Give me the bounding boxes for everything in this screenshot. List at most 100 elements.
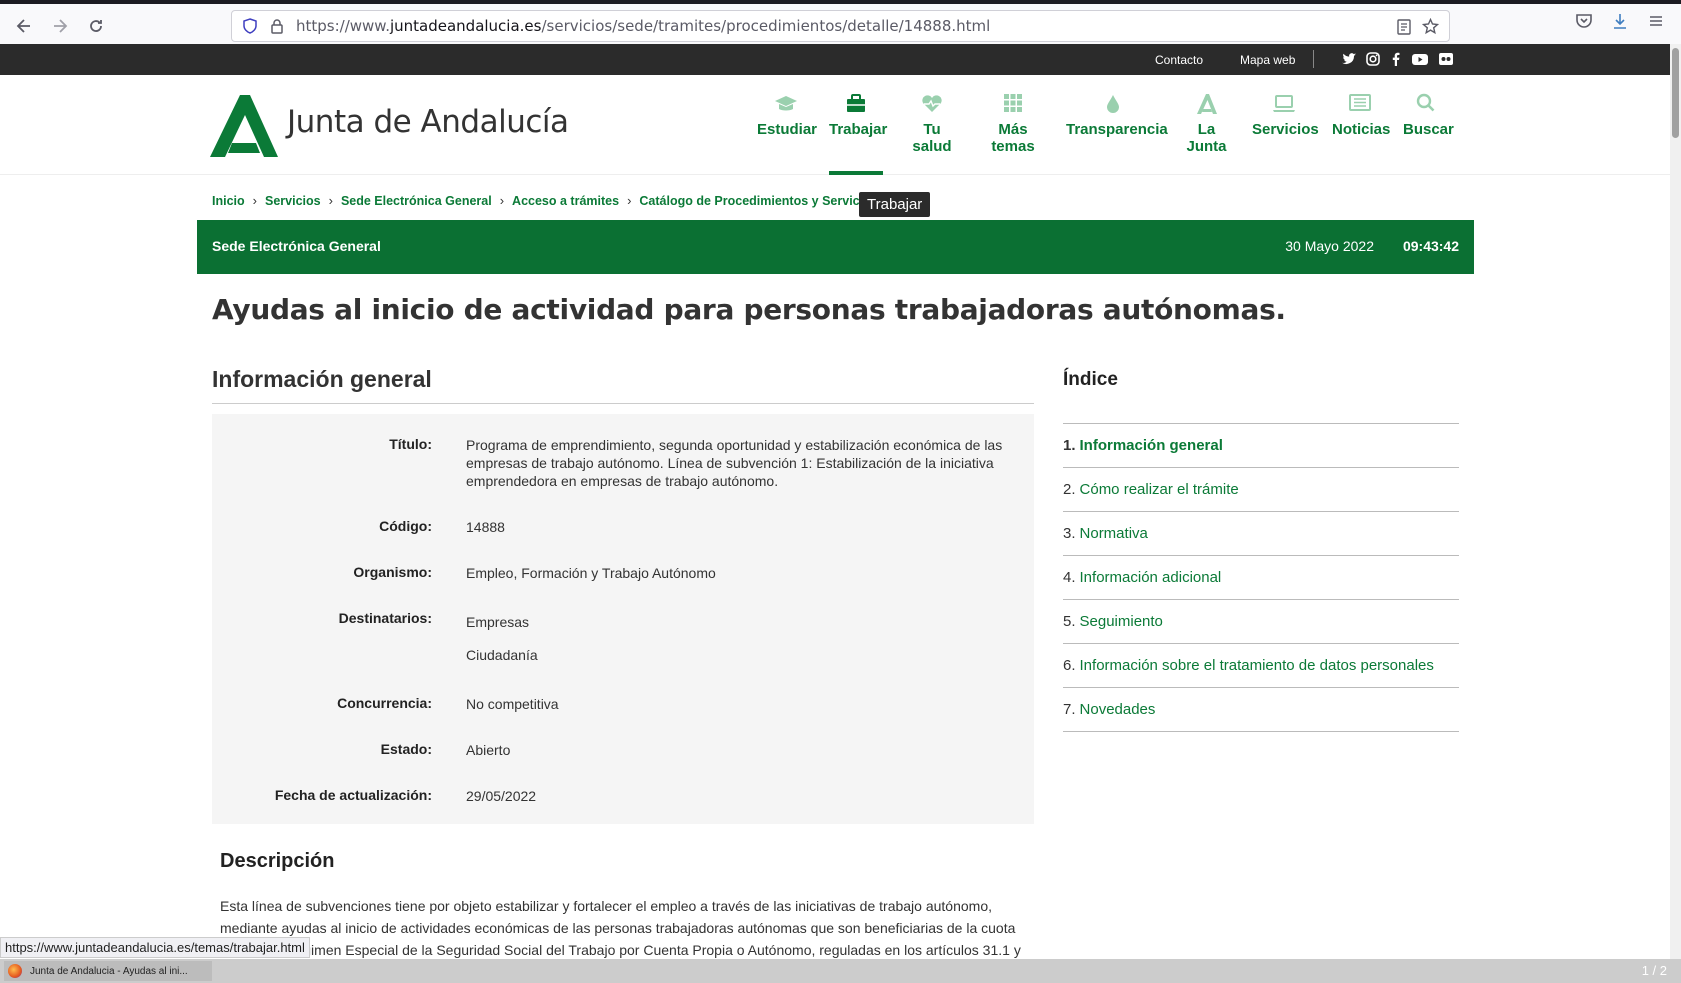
reader-view-icon[interactable] [1397, 19, 1411, 35]
organismo-value: Empleo, Formación y Trabajo Autónomo [466, 565, 716, 581]
chevron-right-icon: › [252, 193, 257, 208]
indice-item-6[interactable]: 6. Información sobre el tratamiento de da… [1063, 644, 1459, 688]
indice-link[interactable]: Normativa [1080, 525, 1148, 542]
menu-item-buscar[interactable]: Buscar [1403, 93, 1454, 138]
sede-header-bar: Sede Electrónica General 30 Mayo 2022 09… [197, 220, 1474, 274]
drop-icon [1066, 93, 1160, 119]
breadcrumb-inicio[interactable]: Inicio [212, 194, 245, 208]
breadcrumb: Inicio › Servicios › Sede Electrónica Ge… [212, 193, 898, 208]
back-arrow-icon [16, 19, 30, 33]
menu-item-estudiar[interactable]: Estudiar [757, 93, 817, 138]
scrollbar-thumb[interactable] [1672, 48, 1679, 138]
indice-link[interactable]: Información adicional [1080, 569, 1222, 586]
indice-item-3[interactable]: 3. Normativa [1063, 512, 1459, 556]
menu-label-transparencia: Transparencia [1066, 121, 1168, 138]
browser-tools [1575, 12, 1665, 30]
youtube-icon[interactable] [1411, 51, 1429, 67]
facebook-icon[interactable] [1387, 51, 1405, 67]
indice-item-2[interactable]: 2. Cómo realizar el trámite [1063, 468, 1459, 512]
instagram-icon[interactable] [1364, 51, 1382, 67]
menu-label-servicios: Servicios [1252, 121, 1319, 138]
url-text: https://www.juntadeandalucia.es/servicio… [296, 17, 990, 35]
indice-item-1[interactable]: 1. Información general [1063, 424, 1459, 468]
menu-label-buscar: Buscar [1403, 121, 1454, 138]
indice-item-5[interactable]: 5. Seguimiento [1063, 600, 1459, 644]
site-header: Junta de Andalucía Estudiar Trabajar Tu … [0, 75, 1670, 175]
utility-bar: Contacto Mapa web [0, 44, 1670, 75]
titulo-label: Título: [389, 436, 432, 452]
descripcion-heading: Descripción [220, 850, 335, 872]
indice-list: 1. Información general 2. Cómo realizar el… [1063, 423, 1459, 732]
page-title: Ayudas al inicio de actividad para perso… [212, 293, 1286, 326]
os-taskbar: Junta de Andalucia - Ayudas al ini... 1 … [0, 959, 1681, 983]
forward-button[interactable] [42, 8, 78, 44]
indice-num: 6. [1063, 657, 1076, 674]
menu-item-noticias[interactable]: Noticias [1332, 93, 1391, 138]
url-domain: juntadeandalucia.es [389, 17, 542, 35]
destinatarios-value-1: Empresas [466, 614, 530, 630]
indice-item-4[interactable]: 4. Información adicional [1063, 556, 1459, 600]
current-time: 09:43:42 [1402, 238, 1459, 254]
hamburger-menu-icon[interactable] [1647, 12, 1665, 30]
downloads-icon[interactable] [1611, 12, 1629, 30]
indice-link[interactable]: Novedades [1080, 701, 1156, 718]
menu-item-la-junta[interactable]: La Junta [1178, 93, 1235, 155]
grid-icon [978, 93, 1048, 119]
breadcrumb-sede-electronica[interactable]: Sede Electrónica General [341, 194, 492, 208]
breadcrumb-servicios[interactable]: Servicios [265, 194, 321, 208]
heart-pulse-icon [903, 93, 961, 119]
menu-label-mas-temas: Más temas [991, 121, 1035, 155]
status-url-overlay: https://www.juntadeandalucia.es/temas/tr… [0, 937, 310, 958]
indice-link[interactable]: Información general [1080, 437, 1223, 454]
contacto-link[interactable]: Contacto [1155, 53, 1203, 67]
search-icon [1403, 93, 1449, 119]
descripcion-line: mediante ayudas al inicio de actividades… [220, 920, 1016, 936]
concurrencia-value: No competitiva [466, 696, 559, 712]
destinatarios-value-2: Ciudadanía [466, 647, 538, 663]
indice-num: 7. [1063, 701, 1076, 718]
menu-label-noticias: Noticias [1332, 121, 1391, 138]
menu-label-tu-salud: Tu salud [912, 121, 952, 155]
current-date: 30 Mayo 2022 [1285, 238, 1374, 254]
indice-link[interactable]: Información sobre el tratamiento de dato… [1080, 657, 1434, 674]
menu-item-servicios[interactable]: Servicios [1252, 93, 1319, 138]
taskbar-window-button[interactable]: Junta de Andalucia - Ayudas al ini... [4, 961, 212, 981]
url-bar[interactable]: https://www.juntadeandalucia.es/servicio… [231, 10, 1450, 42]
indice-num: 5. [1063, 613, 1076, 630]
organismo-label: Organismo: [353, 564, 432, 580]
site-name[interactable]: Junta de Andalucía [287, 104, 569, 140]
browser-toolbar: https://www.juntadeandalucia.es/servicio… [0, 0, 1681, 44]
reload-button[interactable] [78, 8, 114, 44]
indice-link[interactable]: Cómo realizar el trámite [1080, 481, 1239, 498]
breadcrumb-acceso-tramites[interactable]: Acceso a trámites [512, 194, 619, 208]
indice-heading: Índice [1063, 369, 1118, 390]
menu-item-transparencia[interactable]: Transparencia [1066, 93, 1168, 138]
descripcion-line: Esta línea de subvenciones tiene por obj… [220, 898, 993, 914]
page-scrollbar[interactable] [1670, 44, 1681, 959]
menu-tooltip: Trabajar [859, 192, 931, 217]
estado-label: Estado: [380, 741, 432, 757]
indice-item-7[interactable]: 7. Novedades [1063, 688, 1459, 732]
back-button[interactable] [6, 8, 42, 44]
workspace-pager[interactable]: 1 / 2 [1642, 963, 1667, 978]
menu-item-trabajar[interactable]: Trabajar [829, 93, 887, 138]
breadcrumb-catalogo[interactable]: Catálogo de Procedimientos y Servicios [639, 194, 877, 208]
twitter-icon[interactable] [1340, 51, 1358, 67]
indice-num: 2. [1063, 481, 1076, 498]
pocket-icon[interactable] [1575, 12, 1593, 30]
descripcion-line: cero en el Régimen Especial de la Seguri… [220, 942, 1021, 958]
menu-item-tu-salud[interactable]: Tu salud [903, 93, 961, 155]
concurrencia-label: Concurrencia: [337, 695, 432, 711]
mapa-web-link[interactable]: Mapa web [1240, 53, 1295, 67]
menu-item-mas-temas[interactable]: Más temas [978, 93, 1048, 155]
junta-logo-icon[interactable] [210, 95, 278, 157]
codigo-label: Código: [379, 518, 432, 534]
flickr-icon[interactable] [1437, 51, 1455, 67]
sede-title: Sede Electrónica General [212, 238, 381, 254]
chevron-right-icon: › [499, 193, 505, 208]
descripcion-text: Esta línea de subvenciones tiene por obj… [220, 895, 1050, 961]
codigo-value: 14888 [466, 519, 505, 535]
bookmark-star-icon[interactable] [1422, 18, 1439, 35]
topbar-separator [1313, 50, 1314, 68]
indice-link[interactable]: Seguimiento [1080, 613, 1163, 630]
